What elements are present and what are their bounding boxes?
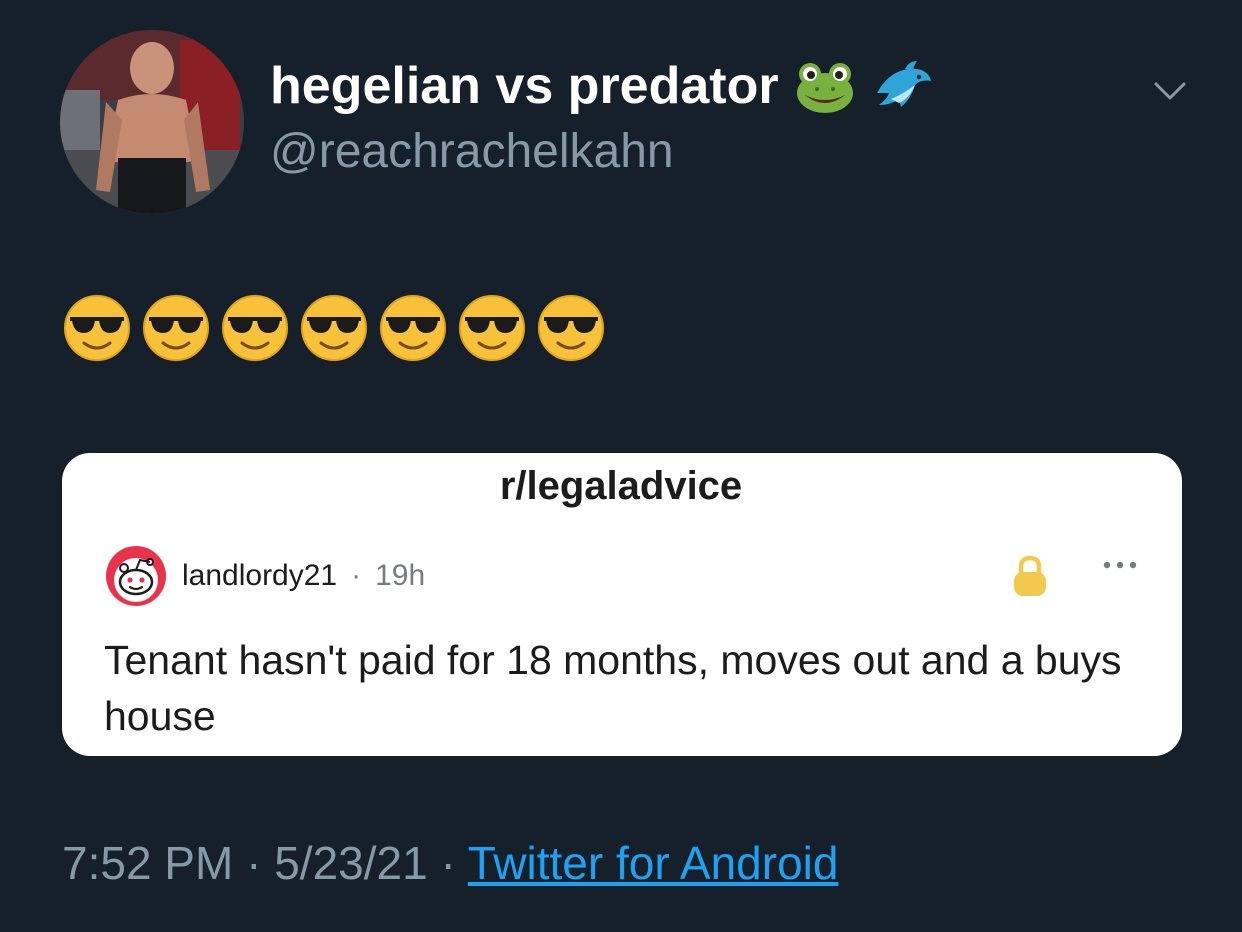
post-meta-row: landlordy21 · 19h xyxy=(104,544,425,608)
sunglasses-emoji-icon xyxy=(380,295,446,361)
author-display-name-row[interactable]: hegelian vs predator xyxy=(270,57,935,115)
tweet-footer: 7:52 PM · 5/23/21 · Twitter for Android xyxy=(62,838,838,889)
sunglasses-emoji-icon xyxy=(301,295,367,361)
sunglasses-emoji-icon xyxy=(459,295,525,361)
more-options-icon xyxy=(1103,561,1137,569)
tweet-time[interactable]: 7:52 PM xyxy=(62,837,233,889)
meta-separator: · xyxy=(351,559,362,592)
sunglasses-emoji-icon xyxy=(143,295,209,361)
profile-avatar[interactable] xyxy=(60,30,244,214)
tweet-date[interactable]: 5/23/21 xyxy=(274,837,427,889)
tweet-source-link[interactable]: Twitter for Android xyxy=(468,837,839,889)
author-handle[interactable]: @reachrachelkahn xyxy=(270,125,674,179)
post-time: 19h xyxy=(375,559,426,592)
chevron-down-icon[interactable] xyxy=(1150,76,1190,106)
footer-separator: · xyxy=(246,837,262,889)
lock-icon xyxy=(1014,555,1046,596)
sunglasses-emoji-icon xyxy=(64,295,130,361)
post-title: Tenant hasn't paid for 18 months, moves … xyxy=(104,637,1122,739)
post-username: landlordy21 xyxy=(182,559,338,592)
sunglasses-emoji-icon xyxy=(538,295,604,361)
reddit-snoo-icon xyxy=(106,546,166,606)
frog-icon xyxy=(796,62,853,113)
sunglasses-emoji-icon xyxy=(222,295,288,361)
dolphin-icon xyxy=(876,60,931,107)
tweet-text xyxy=(62,293,606,363)
subreddit-name: r/legaladvice xyxy=(499,464,743,508)
footer-separator: · xyxy=(440,837,456,889)
author-display-name[interactable]: hegelian vs predator xyxy=(270,57,779,115)
